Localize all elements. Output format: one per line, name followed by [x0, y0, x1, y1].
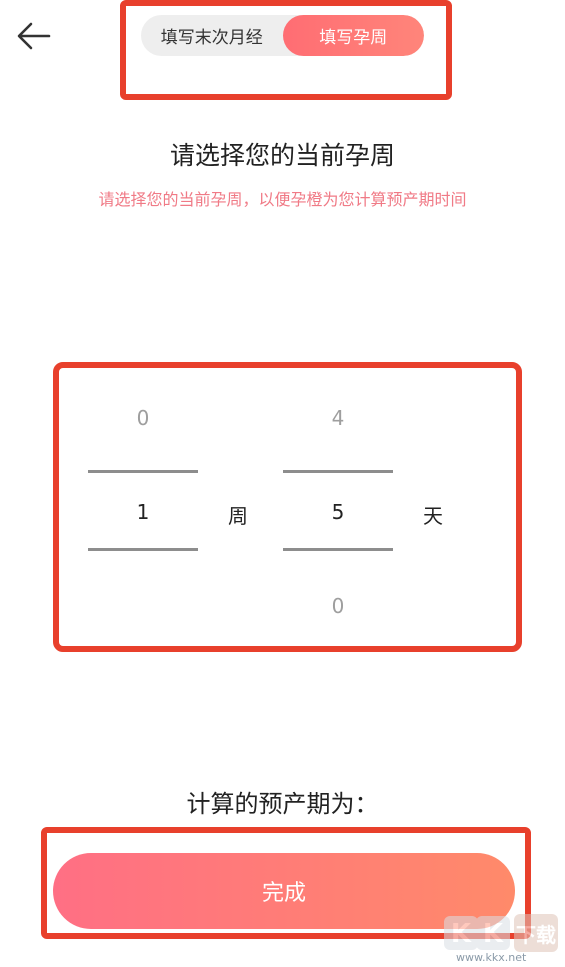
- page-subtitle: 请选择您的当前孕周，以便孕橙为您计算预产期时间: [98, 190, 467, 209]
- page-title: 请选择您的当前孕周: [169, 141, 395, 170]
- arrow-left-icon: [17, 22, 51, 50]
- svg-text:K: K: [451, 919, 472, 949]
- back-button[interactable]: [14, 18, 54, 54]
- highlight-box-toggle: [120, 0, 452, 100]
- svg-text:下载: 下载: [516, 923, 556, 947]
- svg-text:K: K: [483, 919, 504, 949]
- due-date-label: 计算的预产期为：: [186, 790, 379, 818]
- highlight-box-picker: [53, 362, 522, 652]
- watermark-site: www.kkx.net: [456, 951, 527, 964]
- page: 填写末次月经 填写孕周 请选择您的当前孕周 请选择您的当前孕周，以便孕橙为您计算…: [0, 0, 565, 967]
